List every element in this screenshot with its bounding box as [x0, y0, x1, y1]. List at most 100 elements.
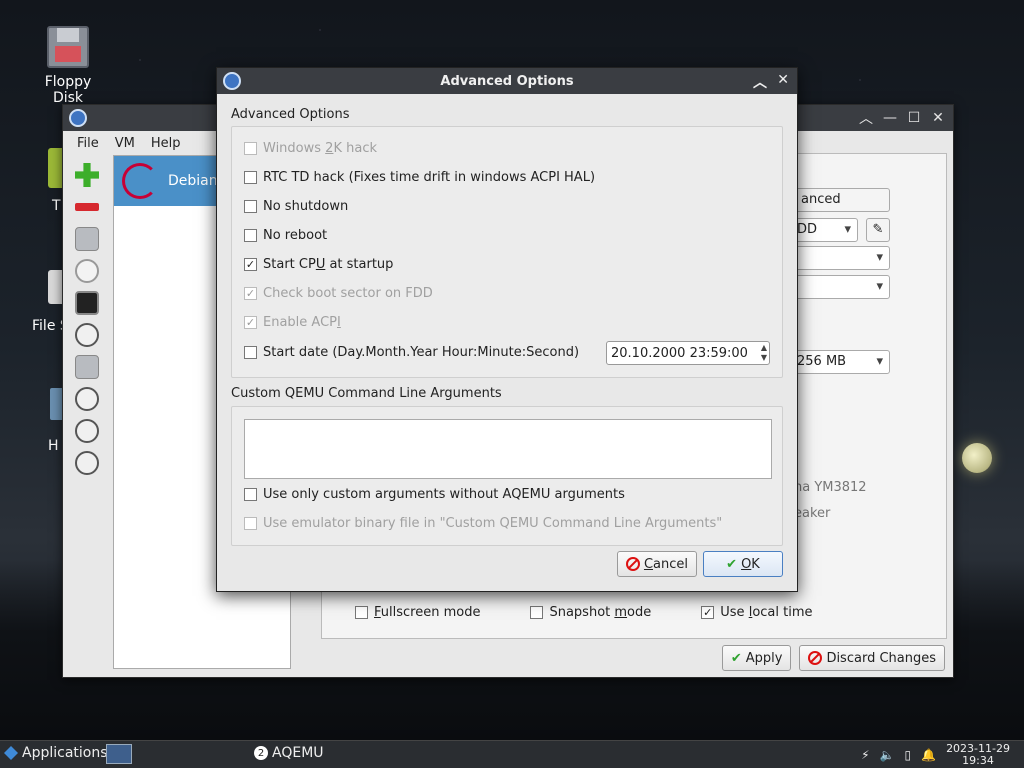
close-icon[interactable]: ✕ [931, 110, 945, 126]
checkbox-label: Enable ACPI [263, 315, 341, 330]
taskbar: Applications 2 AQEMU ⚡ 🔈 ▯ 🔔 2023-11-29 … [0, 740, 1024, 768]
notification-bell-icon[interactable]: 🔔 [921, 748, 936, 762]
start-date-spinbox[interactable]: 20.10.2000 23:59:00 ▲ ▼ [606, 341, 770, 365]
checkbox-label: Check boot sector on FDD [263, 286, 433, 301]
option-combo-1[interactable] [792, 246, 890, 270]
checkbox-box[interactable]: ✓ [244, 316, 257, 329]
spin-arrows-icon[interactable]: ▲ ▼ [761, 343, 767, 363]
checkbox-label: Use local time [720, 605, 813, 620]
checkmark-icon: ✔ [730, 650, 742, 666]
clock-icon[interactable] [75, 259, 99, 283]
vm-name: Debian [168, 173, 218, 189]
checkbox-label: Fullscreen mode [374, 605, 481, 620]
custom-args-only-checkbox[interactable]: Use only custom arguments without AQEMU … [244, 487, 625, 502]
chevron-up-icon[interactable]: ︿ [753, 72, 767, 92]
rtc-td-hack-checkbox[interactable]: RTC TD hack (Fixes time drift in windows… [244, 170, 595, 185]
ok-button[interactable]: ✔ OK [703, 551, 783, 577]
checkbox-box[interactable] [244, 171, 257, 184]
checkmark-icon: ✔ [726, 556, 738, 572]
task-aqemu[interactable]: 2 AQEMU [254, 745, 324, 761]
dialog-title: Advanced Options [440, 73, 574, 89]
cancel-icon [626, 557, 640, 571]
remove-vm-icon[interactable] [75, 203, 99, 211]
checkbox-box[interactable]: ✓ [244, 258, 257, 271]
volume-icon[interactable]: 🔈 [880, 748, 895, 762]
emulator-binary-checkbox[interactable]: Use emulator binary file in "Custom QEMU… [244, 516, 722, 531]
menu-help[interactable]: Help [151, 136, 181, 151]
boot-device-combo[interactable]: DD [792, 218, 858, 242]
start-date-value: 20.10.2000 23:59:00 [611, 345, 748, 361]
windows-2k-hack-checkbox[interactable]: Windows 2K hack [244, 141, 377, 156]
checkbox-box[interactable] [355, 606, 368, 619]
custom-args-group-label: Custom QEMU Command Line Arguments [231, 386, 502, 401]
fullscreen-checkbox[interactable]: Fullscreen mode [355, 605, 480, 620]
add-vm-icon[interactable] [75, 163, 99, 187]
task-count-badge: 2 [254, 746, 268, 760]
main-options-row: Fullscreen mode Snapshot mode ✓ Use loca… [355, 605, 813, 620]
advanced-button[interactable]: anced [792, 188, 890, 212]
advanced-options-dialog: Advanced Options ︿ ✕ Advanced Options Wi… [216, 67, 798, 592]
cancel-icon [808, 651, 823, 665]
applications-icon [4, 746, 18, 760]
sound-card-label: na YM3812 [794, 480, 867, 495]
checkbox-box[interactable] [244, 517, 257, 530]
dialog-titlebar[interactable]: Advanced Options ︿ ✕ [217, 68, 797, 94]
close-icon[interactable]: ✕ [777, 72, 789, 88]
tools-icon[interactable]: ✎ [866, 218, 890, 242]
no-shutdown-checkbox[interactable]: No shutdown [244, 199, 348, 214]
reset-icon[interactable] [75, 451, 99, 475]
checkbox-box[interactable] [244, 346, 257, 359]
terminal-icon[interactable] [75, 291, 99, 315]
enable-acpi-checkbox[interactable]: ✓ Enable ACPI [244, 315, 341, 330]
task-label: AQEMU [272, 745, 324, 761]
sound-card-label: eaker [794, 506, 831, 521]
pause-icon[interactable] [75, 387, 99, 411]
ok-label: OK [741, 556, 760, 572]
desktop-icon-floppy[interactable]: Floppy Disk [28, 26, 108, 106]
minimize-icon[interactable]: — [883, 110, 897, 126]
checkbox-box[interactable] [530, 606, 544, 619]
moon-decoration [962, 443, 992, 473]
maximize-icon[interactable]: ☐ [907, 110, 921, 126]
local-time-checkbox[interactable]: ✓ Use local time [701, 605, 813, 620]
advanced-options-group-label: Advanced Options [231, 107, 350, 122]
check-boot-sector-checkbox[interactable]: ✓ Check boot sector on FDD [244, 286, 433, 301]
stop-icon[interactable] [75, 419, 99, 443]
menu-file[interactable]: File [77, 136, 99, 151]
save-icon[interactable] [75, 355, 99, 379]
system-tray: ⚡ 🔈 ▯ 🔔 2023-11-29 19:34 [861, 743, 1010, 767]
cancel-label: Cancel [643, 556, 688, 572]
checkbox-label: Snapshot mode [549, 605, 652, 620]
checkbox-box[interactable] [244, 488, 257, 501]
no-reboot-checkbox[interactable]: No reboot [244, 228, 327, 243]
snapshot-checkbox[interactable]: Snapshot mode [530, 605, 651, 620]
memory-combo[interactable]: 256 MB [792, 350, 890, 374]
menu-vm[interactable]: VM [115, 136, 135, 151]
checkbox-label: Use emulator binary file in "Custom QEMU… [263, 516, 723, 531]
disk-icon[interactable] [75, 227, 99, 251]
aqemu-logo-icon [69, 109, 87, 127]
checkbox-box[interactable] [244, 200, 257, 213]
clock-time: 19:34 [962, 754, 994, 767]
checkbox-box[interactable]: ✓ [701, 606, 715, 619]
network-icon[interactable]: ⚡ [861, 748, 869, 762]
apply-button[interactable]: ✔ Apply [721, 645, 792, 671]
play-icon[interactable] [75, 323, 99, 347]
checkbox-label: Windows 2K hack [263, 141, 377, 156]
discard-changes-button[interactable]: Discard Changes [799, 645, 945, 671]
option-combo-2[interactable] [792, 275, 890, 299]
custom-args-group: Use only custom arguments without AQEMU … [231, 406, 783, 546]
checkbox-box[interactable] [244, 142, 257, 155]
chevron-up-icon[interactable]: ︿ [859, 108, 873, 128]
start-cpu-checkbox[interactable]: ✓ Start CPU at startup [244, 257, 393, 272]
applications-menu[interactable]: Applications [4, 745, 108, 761]
cancel-button[interactable]: Cancel [617, 551, 697, 577]
clock[interactable]: 2023-11-29 19:34 [946, 743, 1010, 767]
battery-icon[interactable]: ▯ [905, 748, 912, 762]
checkbox-box[interactable]: ✓ [244, 287, 257, 300]
custom-args-textarea[interactable] [244, 419, 772, 479]
aqemu-logo-icon [223, 72, 241, 90]
start-date-checkbox[interactable]: Start date (Day.Month.Year Hour:Minute:S… [244, 345, 579, 360]
checkbox-box[interactable] [244, 229, 257, 242]
workspace-switcher[interactable] [106, 744, 132, 764]
